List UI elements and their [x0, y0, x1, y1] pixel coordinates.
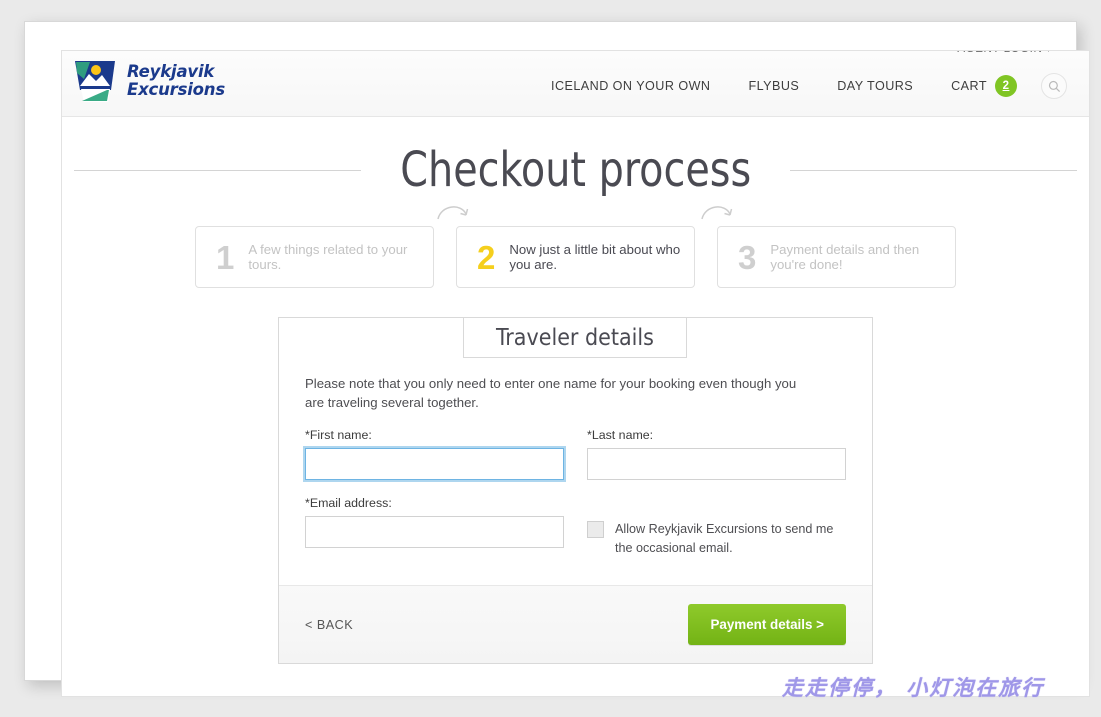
traveler-details-section: Traveler details Please note that you on…	[278, 317, 873, 664]
name-field-row: *First name: *Last name:	[305, 428, 846, 480]
nav-iceland-on-your-own[interactable]: ICELAND ON YOUR OWN	[532, 79, 729, 93]
website-content-area: AGENT LOGIN ▾ Reykjavik Excursions	[61, 50, 1090, 697]
site-logo[interactable]: Reykjavik Excursions	[72, 59, 225, 103]
panel-legend: Traveler details	[463, 317, 687, 358]
email-optin[interactable]: Allow Reykjavik Excursions to send me th…	[587, 520, 846, 558]
page-title-row: Checkout process	[74, 142, 1078, 198]
first-name-input[interactable]	[305, 448, 564, 480]
step-3-label: Payment details and then you're done!	[770, 242, 920, 272]
chevron-down-icon: ▾	[1046, 51, 1051, 54]
step-2[interactable]: 2 Now just a little bit about who you ar…	[456, 226, 695, 288]
screen-root: AGENT LOGIN ▾ Reykjavik Excursions	[0, 0, 1101, 717]
logo-line-1: Reykjavik	[127, 62, 215, 81]
optin-label: Allow Reykjavik Excursions to send me th…	[615, 522, 834, 555]
search-icon	[1048, 80, 1060, 92]
search-button[interactable]	[1041, 73, 1067, 99]
cart-label: CART	[951, 79, 987, 93]
main-navigation: ICELAND ON YOUR OWN FLYBUS DAY TOURS CAR…	[532, 73, 1067, 99]
back-link[interactable]: < BACK	[305, 618, 353, 632]
watermark-text: 走走停停， 小灯泡在旅行	[782, 676, 1045, 700]
step-arrow-icon-1	[437, 206, 469, 220]
step-2-label: Now just a little bit about who you are.	[509, 242, 681, 272]
last-name-label: *Last name:	[587, 428, 654, 442]
step-1[interactable]: 1 A few things related to your tours.	[195, 226, 434, 288]
panel-legend-label: Traveler details	[496, 324, 654, 351]
logo-line-2: Excursions	[127, 80, 225, 99]
browser-page-frame: AGENT LOGIN ▾ Reykjavik Excursions	[24, 21, 1090, 697]
mountain-sun-logo-icon	[75, 61, 115, 102]
panel-footer: < BACK Payment details >	[279, 585, 872, 663]
title-rule-left	[74, 169, 361, 171]
email-input[interactable]	[305, 516, 564, 548]
title-rule-right	[790, 169, 1078, 171]
step-arrow-icon-2	[701, 206, 733, 220]
agent-login-link[interactable]: AGENT LOGIN ▾	[957, 51, 1051, 55]
cart-count-badge: 2	[995, 75, 1017, 97]
nav-cart[interactable]: CART 2	[932, 75, 1027, 97]
step-1-label: A few things related to your tours.	[248, 242, 408, 272]
step-2-number: 2	[477, 238, 496, 276]
nav-flybus[interactable]: FLYBUS	[729, 79, 818, 93]
email-optin-row: *Email address: Allow Reykjavik Excursio…	[305, 496, 846, 558]
optin-group: Allow Reykjavik Excursions to send me th…	[587, 496, 846, 558]
page-title: Checkout process	[400, 142, 751, 198]
logo-wordmark: Reykjavik Excursions	[127, 63, 225, 99]
agent-login-label: AGENT LOGIN	[957, 51, 1042, 55]
step-1-number: 1	[216, 238, 235, 276]
last-name-group: *Last name:	[587, 428, 846, 480]
email-group: *Email address:	[305, 496, 564, 558]
first-name-label: *First name:	[305, 428, 372, 442]
last-name-input[interactable]	[587, 448, 846, 480]
payment-details-button[interactable]: Payment details >	[688, 604, 846, 645]
booking-note: Please note that you only need to enter …	[305, 376, 797, 410]
step-3-number: 3	[738, 238, 757, 276]
site-header: AGENT LOGIN ▾ Reykjavik Excursions	[62, 51, 1089, 117]
nav-day-tours[interactable]: DAY TOURS	[818, 79, 932, 93]
email-label: *Email address:	[305, 496, 392, 510]
checkout-steps: 1 A few things related to your tours. 2 …	[62, 206, 1089, 288]
first-name-group: *First name:	[305, 428, 564, 480]
optin-checkbox[interactable]	[587, 521, 604, 538]
step-3[interactable]: 3 Payment details and then you're done!	[717, 226, 956, 288]
traveler-details-panel: Please note that you only need to enter …	[278, 317, 873, 664]
